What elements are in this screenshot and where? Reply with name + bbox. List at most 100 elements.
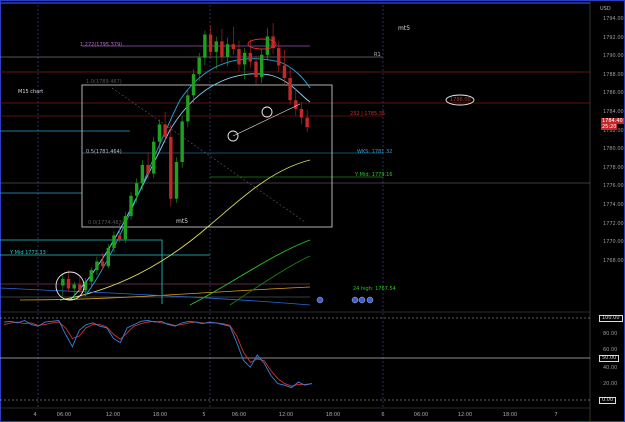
price-tick: 1784.00 — [603, 109, 624, 115]
ma-green-2 — [229, 255, 311, 306]
candle-body — [169, 136, 173, 199]
fib-zero-label: 0.0(1774.483) — [88, 220, 124, 226]
ma-mid-light — [69, 73, 311, 301]
osc-tick: 20.00 — [603, 381, 618, 387]
fib-mid-label: 1.0(1789.467) — [86, 79, 122, 85]
w-level-label: WKS: 1781.32 — [357, 149, 393, 155]
candle-body — [248, 52, 253, 62]
event-icon-2[interactable] — [351, 296, 359, 304]
ma-slow-yellow — [59, 159, 311, 301]
time-tick: 12:00 — [457, 412, 473, 418]
price-tick: 1786.00 — [603, 90, 624, 97]
time-tick: 18:00 — [152, 412, 168, 418]
event-icon-1[interactable] — [316, 296, 324, 304]
candle-body — [78, 284, 82, 291]
r1-label: R1 — [374, 52, 381, 58]
candle-body — [191, 74, 196, 96]
candle-body — [140, 164, 145, 184]
candle-body — [72, 284, 76, 289]
box-label: mt5 — [176, 218, 189, 225]
candle-body — [112, 235, 116, 248]
price-tick: 1790.00 — [603, 53, 624, 60]
candle-body — [123, 216, 128, 240]
osc-level-low-box: 0.00 — [599, 397, 617, 404]
chart-title: mt5 — [398, 25, 411, 32]
price-tick: 1770.00 — [603, 239, 624, 246]
trend-line-white — [232, 103, 301, 137]
price-tick: 1792.00 — [603, 34, 624, 41]
time-tick: 12:00 — [278, 412, 294, 418]
price-tick: 1772.00 — [603, 220, 624, 227]
price-tick: 1774.00 — [603, 202, 624, 208]
y-mid-label: Y Mid: 1779.16 — [355, 172, 393, 178]
candle-body — [180, 121, 184, 162]
fib-top-label: 1.272(1795.379) — [80, 42, 123, 48]
y-mid-left-label: Y Mid 1773.33 — [10, 250, 46, 256]
candle-body — [225, 44, 230, 57]
time-tick: 06:00 — [56, 412, 72, 418]
symbol-label: USD — [600, 6, 611, 12]
ma-blue-long — [0, 287, 311, 306]
time-tick: 18:00 — [325, 412, 341, 418]
candle-body — [163, 124, 167, 137]
candle-body — [174, 162, 179, 199]
osc-tick: 40.00 — [603, 365, 618, 371]
annotation-dot-2[interactable] — [261, 106, 273, 118]
candle-body — [208, 34, 213, 52]
time-tick: 12:00 — [105, 412, 121, 418]
osc-tick: 80.00 — [603, 331, 618, 337]
candle-body — [135, 183, 139, 196]
candle-body — [152, 141, 156, 174]
right-ellipse-label: 1786.00 — [450, 97, 471, 103]
candle-body — [61, 278, 65, 286]
ma-fast-blue — [84, 58, 311, 297]
osc-line-red — [3, 320, 313, 387]
time-tick: 5 — [202, 412, 206, 418]
candle-body — [106, 247, 110, 267]
candle-body — [157, 124, 162, 142]
candle-body — [260, 54, 264, 78]
panel-label: M15 chart — [18, 89, 44, 95]
candle-body — [220, 41, 224, 57]
ma-green — [189, 239, 311, 306]
candle-body — [89, 270, 93, 282]
candle-body — [117, 235, 122, 240]
time-tick: 06:00 — [231, 412, 247, 418]
candle-body — [242, 52, 247, 65]
candle-body — [66, 278, 71, 289]
candle-body — [95, 261, 99, 271]
event-icon-4[interactable] — [366, 296, 374, 304]
candle-body — [254, 61, 258, 78]
candle-body — [214, 41, 218, 52]
candle-body — [299, 108, 304, 118]
price-tick: 1776.00 — [603, 183, 624, 190]
time-tick: 7 — [554, 412, 558, 418]
price-tick: 1788.00 — [603, 71, 624, 78]
prior-high-label: 24 high: 1767.54 — [353, 286, 396, 292]
candle-body — [203, 34, 207, 58]
price-tick: 1780.00 — [603, 146, 624, 153]
price-tick: 1768.00 — [603, 257, 624, 264]
trading-chart-canvas[interactable] — [0, 0, 625, 422]
candle-body — [237, 49, 241, 65]
osc-tick: 60.00 — [603, 347, 618, 353]
price-tick: 1778.00 — [603, 164, 624, 171]
red-level-label: 232 | 1785.35 — [350, 111, 386, 117]
osc-level-mid-box: 50.00 — [599, 355, 620, 362]
candle-body — [288, 78, 292, 101]
candle-body — [100, 261, 105, 267]
price-tick: 1794.00 — [603, 16, 624, 22]
candle-body — [282, 65, 287, 78]
event-icon-3[interactable] — [358, 296, 366, 304]
fib-half-label: 0.5(1781.464) — [86, 149, 122, 155]
time-tick: 6 — [381, 412, 385, 418]
candle-body — [294, 100, 298, 109]
time-tick: 4 — [33, 412, 37, 418]
candle-body — [146, 164, 150, 174]
candle-body — [197, 57, 201, 75]
time-tick: 06:00 — [413, 412, 429, 418]
candle-body — [277, 48, 281, 66]
candle-body — [305, 117, 309, 128]
candle-body — [186, 95, 190, 122]
range-diagonal — [111, 87, 306, 223]
